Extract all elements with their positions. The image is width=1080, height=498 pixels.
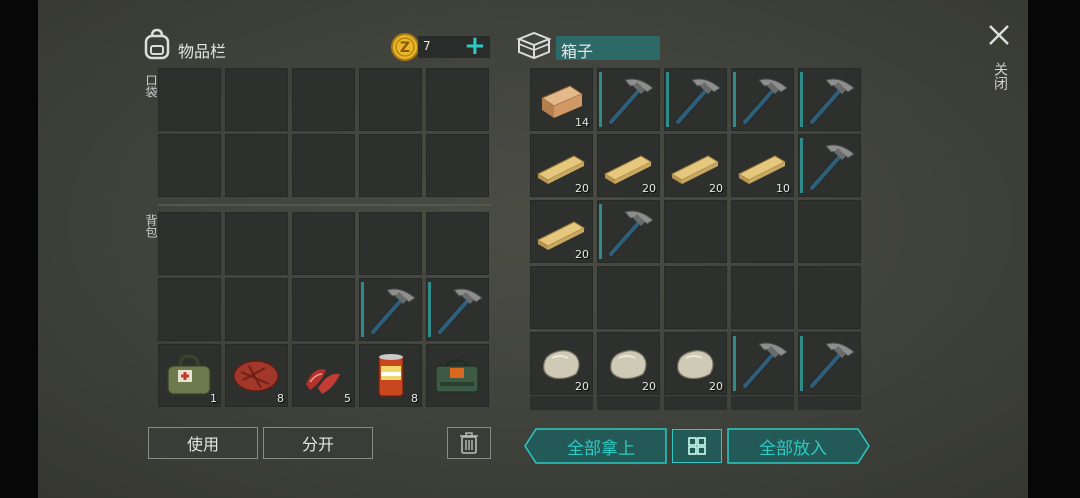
chest-slot[interactable]: 14: [530, 68, 593, 131]
backpack-slot[interactable]: [158, 278, 221, 341]
chest-slot[interactable]: 10: [731, 134, 794, 197]
backpack-slot[interactable]: 5: [292, 344, 355, 407]
item-quantity: 8: [411, 392, 418, 405]
item-quantity: 20: [709, 182, 723, 195]
trash-icon: [460, 432, 478, 454]
inventory-title: 物品栏: [178, 42, 227, 61]
backpack-slot[interactable]: 1: [158, 344, 221, 407]
chest-icon: [516, 31, 552, 60]
item-quantity: 20: [575, 182, 589, 195]
item-quantity: 14: [575, 116, 589, 129]
chest-slot[interactable]: [798, 266, 861, 329]
grid-icon: [688, 437, 706, 455]
split-button[interactable]: 分开: [263, 427, 373, 459]
chest-slot[interactable]: 20: [597, 332, 660, 395]
take-all-button[interactable]: 全部拿上: [536, 428, 666, 464]
pocket-slot[interactable]: [225, 68, 288, 131]
item-quantity: 20: [575, 248, 589, 261]
backpack-slot[interactable]: 8: [359, 344, 422, 407]
chest-slot[interactable]: [664, 68, 727, 131]
pocket-slot[interactable]: [426, 134, 489, 197]
backpack-slot[interactable]: 8: [225, 344, 288, 407]
chest-slot[interactable]: [798, 200, 861, 263]
chest-slot[interactable]: [530, 266, 593, 329]
pocket-slot[interactable]: [359, 134, 422, 197]
backpack-slot[interactable]: [426, 344, 489, 407]
coin-count: 7: [423, 39, 431, 53]
pocket-slot[interactable]: [158, 134, 221, 197]
close-icon[interactable]: [988, 24, 1010, 46]
backpack-slot[interactable]: [158, 212, 221, 275]
use-button[interactable]: 使用: [148, 427, 258, 459]
pocket-slot[interactable]: [292, 68, 355, 131]
pocket-slot[interactable]: [359, 68, 422, 131]
pocket-backpack-divider: [158, 204, 491, 206]
backpack-icon: [144, 28, 170, 60]
backpack-slot[interactable]: [292, 212, 355, 275]
chest-slot[interactable]: 20: [664, 332, 727, 395]
item-quantity: 5: [344, 392, 351, 405]
item-quantity: 10: [776, 182, 790, 195]
coin-icon: Z: [391, 33, 419, 61]
sort-button[interactable]: [672, 429, 722, 463]
pocket-slot[interactable]: [292, 134, 355, 197]
backpack-slot[interactable]: [426, 212, 489, 275]
chest-slot[interactable]: [731, 266, 794, 329]
svg-text:Z: Z: [400, 40, 410, 56]
chest-slot[interactable]: [798, 68, 861, 131]
chest-slot[interactable]: 20: [597, 134, 660, 197]
chest-slot[interactable]: [798, 134, 861, 197]
chest-slot[interactable]: [597, 200, 660, 263]
chest-slot[interactable]: [731, 200, 794, 263]
backpack-slot[interactable]: [225, 212, 288, 275]
item-quantity: 20: [642, 182, 656, 195]
chest-slot[interactable]: [731, 68, 794, 131]
put-all-button[interactable]: 全部放入: [729, 428, 857, 464]
chest-slot[interactable]: 20: [530, 134, 593, 197]
backpack-slot[interactable]: [292, 278, 355, 341]
item-quantity: 20: [709, 380, 723, 393]
left-bezel: [0, 0, 38, 498]
chest-grid-overflow: [530, 396, 863, 410]
pocket-slot[interactable]: [158, 68, 221, 131]
backpack-slot[interactable]: [426, 278, 489, 341]
chest-slot[interactable]: [597, 68, 660, 131]
item-quantity: 20: [642, 380, 656, 393]
trash-button[interactable]: [447, 427, 491, 459]
right-bezel: [1028, 0, 1080, 498]
pocket-slot[interactable]: [426, 68, 489, 131]
item-quantity: 8: [277, 392, 284, 405]
chest-slot[interactable]: [664, 200, 727, 263]
add-coins-plus-icon[interactable]: +: [464, 31, 486, 61]
chest-title: 箱子: [561, 42, 594, 61]
close-label[interactable]: 关闭: [990, 62, 1010, 90]
item-quantity: 20: [575, 380, 589, 393]
item-quantity: 1: [210, 392, 217, 405]
backpack-slot[interactable]: [225, 278, 288, 341]
chest-slot[interactable]: 20: [530, 200, 593, 263]
chest-slot[interactable]: 20: [664, 134, 727, 197]
game-screen: 物品栏 Z 7 + 口袋 背包 1858 使用 分开 箱子 14 20 20 20 10…: [0, 0, 1080, 498]
pocket-slot[interactable]: [225, 134, 288, 197]
backpack-slot[interactable]: [359, 212, 422, 275]
chest-slot[interactable]: [597, 266, 660, 329]
chest-slot[interactable]: [731, 332, 794, 395]
chest-slot[interactable]: [664, 266, 727, 329]
chest-slot[interactable]: 20: [530, 332, 593, 395]
backpack-slot[interactable]: [359, 278, 422, 341]
chest-slot[interactable]: [798, 332, 861, 395]
